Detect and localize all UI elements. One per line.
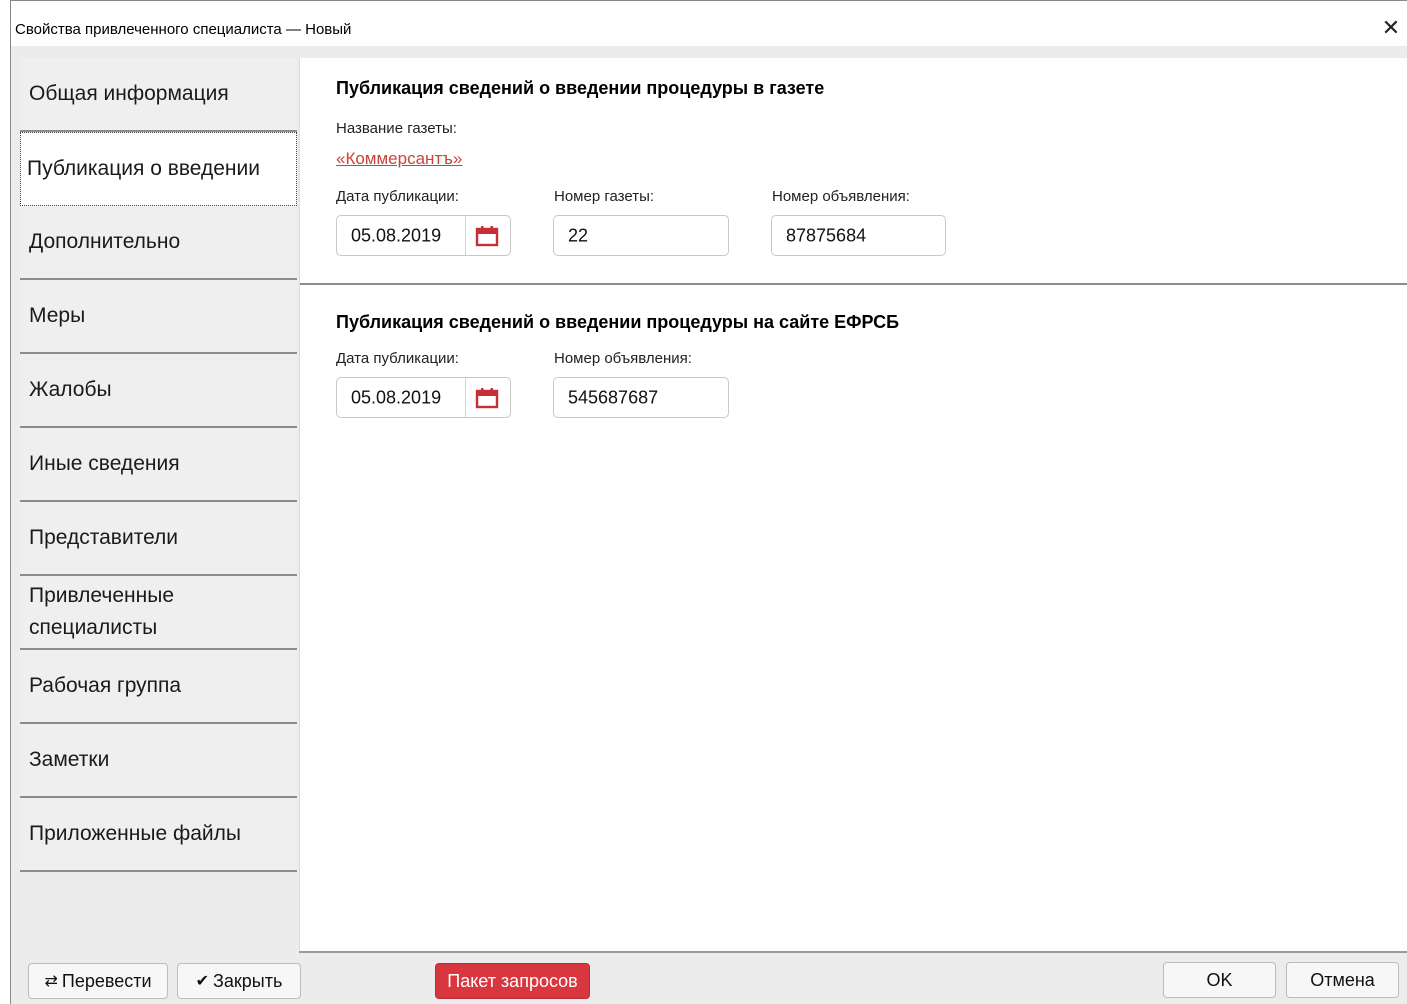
ok-button-label: OK [1206,969,1233,990]
close-button[interactable]: ✔ Закрыть [177,963,301,999]
title-bar: Свойства привлеченного специалиста — Нов… [11,0,1407,46]
section-divider [300,283,1407,285]
close-button-label: Закрыть [213,970,283,991]
newspaper-ad-field[interactable]: 87875684 [771,215,946,256]
tab-label: Иные сведения [29,452,180,475]
tab-label: Общая информация [29,82,229,105]
tab-additional[interactable]: Дополнительно [20,206,297,280]
tab-label: Жалобы [29,378,112,401]
newspaper-issue-label: Номер газеты: [554,188,655,205]
newspaper-date-label: Дата публикации: [336,188,459,205]
content-panel: Публикация сведений о введении процедуры… [299,58,1407,951]
tab-label: Приложенные файлы [29,822,241,845]
tab-general-info[interactable]: Общая информация [20,58,297,132]
tab-label: Дополнительно [29,230,181,253]
batch-requests-button[interactable]: Пакет запросов [435,963,590,999]
tab-attached-files[interactable]: Приложенные файлы [20,798,297,872]
close-icon[interactable]: ✕ [1379,17,1403,41]
cancel-button-label: Отмена [1310,969,1375,990]
tab-specialists[interactable]: Привлеченные специалисты [20,576,297,650]
newspaper-section-title: Публикация сведений о введении процедуры… [336,78,825,98]
batch-requests-label: Пакет запросов [447,970,578,991]
checkmark-icon: ✔ [195,973,210,990]
calendar-icon[interactable] [475,225,499,247]
transfer-button[interactable]: ⇄ Перевести [28,963,168,999]
newspaper-name-link[interactable]: «Коммерсантъ» [336,149,462,169]
tab-label: Заметки [29,748,110,771]
tab-workgroup[interactable]: Рабочая группа [20,650,297,724]
content-bottom-border [299,951,1407,953]
tab-label: Рабочая группа [29,674,182,697]
dialog-body: Общая информация Публикация о введении Д… [11,46,1407,1004]
tab-complaints[interactable]: Жалобы [20,354,297,428]
newspaper-ad-label: Номер объявления: [772,188,910,205]
transfer-button-label: Перевести [61,970,152,991]
newspaper-issue-field[interactable]: 22 [553,215,729,256]
tab-representatives[interactable]: Представители [20,502,297,576]
newspaper-date-field[interactable]: 05.08.2019 [336,215,511,256]
tab-label: Привлеченные специалисты [29,584,175,639]
tab-notes[interactable]: Заметки [20,724,297,798]
newspaper-name-label: Название газеты: [336,120,457,137]
efrsb-ad-value: 545687687 [568,387,659,407]
efrsb-section-title: Публикация сведений о введении процедуры… [336,312,900,332]
tab-label: Публикация о введении [27,157,260,180]
sidebar: Общая информация Публикация о введении Д… [20,58,298,872]
newspaper-issue-value: 22 [568,225,589,245]
efrsb-date-label: Дата публикации: [336,350,459,367]
window-title: Свойства привлеченного специалиста — Нов… [15,21,352,38]
efrsb-date-field[interactable]: 05.08.2019 [336,377,511,418]
tab-label: Меры [29,304,86,327]
field-divider [465,378,466,417]
swap-icon: ⇄ [44,973,58,990]
tab-other-info[interactable]: Иные сведения [20,428,297,502]
efrsb-ad-label: Номер объявления: [554,350,692,367]
field-divider [465,216,466,255]
newspaper-ad-value: 87875684 [786,225,867,245]
efrsb-date-value: 05.08.2019 [351,387,442,407]
newspaper-date-value: 05.08.2019 [351,225,442,245]
tab-measures[interactable]: Меры [20,280,297,354]
tab-label: Представители [29,526,179,549]
ok-button[interactable]: OK [1163,962,1276,998]
tab-publication[interactable]: Публикация о введении [20,132,297,206]
efrsb-ad-field[interactable]: 545687687 [553,377,729,418]
cancel-button[interactable]: Отмена [1286,962,1399,998]
calendar-icon[interactable] [475,387,499,409]
